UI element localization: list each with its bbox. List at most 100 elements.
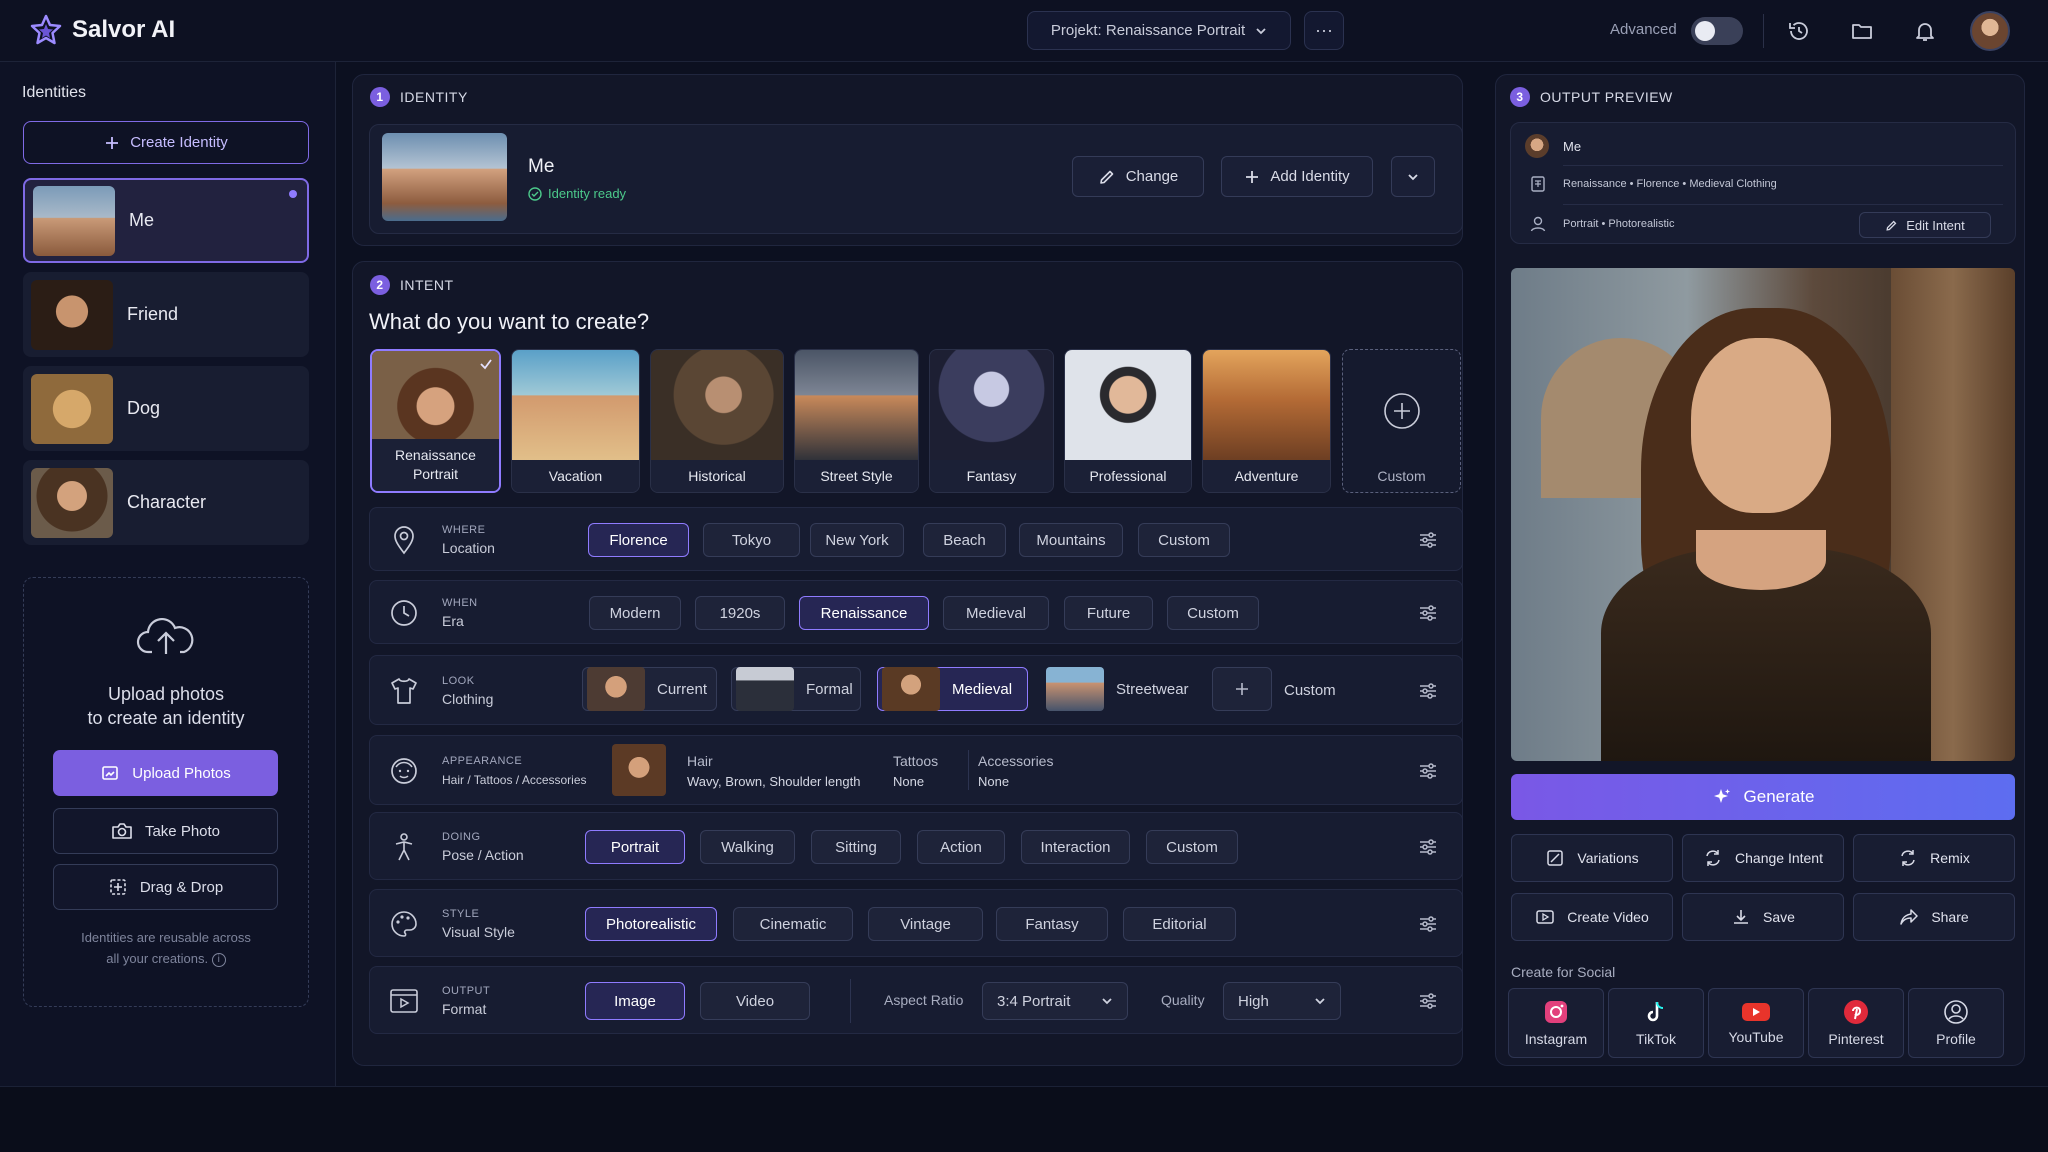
star-logo-icon (30, 14, 62, 45)
share-icon (1900, 909, 1919, 925)
sliders-icon[interactable] (1418, 837, 1438, 857)
edit-intent-button[interactable]: Edit Intent (1859, 212, 1991, 238)
create-video-button[interactable]: Create Video (1511, 893, 1673, 941)
share-button[interactable]: Share (1853, 893, 2015, 941)
intent-card-renaissance-portrait[interactable]: Renaissance Portrait (370, 349, 501, 493)
intent-card-vacation[interactable]: Vacation (511, 349, 640, 493)
more-options-button[interactable]: ··· (1304, 11, 1344, 50)
option-walking[interactable]: Walking (700, 830, 795, 864)
sidebar-item-me[interactable]: Me (23, 178, 309, 263)
option-mountains[interactable]: Mountains (1019, 523, 1123, 557)
notifications-button[interactable] (1910, 16, 1940, 46)
option-beach[interactable]: Beach (923, 523, 1006, 557)
option-future[interactable]: Future (1064, 596, 1153, 630)
upload-photos-button[interactable]: Upload Photos (53, 750, 278, 796)
social-profile-button[interactable]: Profile (1908, 988, 2004, 1058)
sliders-icon[interactable] (1418, 603, 1438, 623)
intent-card-street-style[interactable]: Street Style (794, 349, 919, 493)
take-photo-button[interactable]: Take Photo (53, 808, 278, 854)
sliders-icon[interactable] (1418, 761, 1438, 781)
drag-drop-button[interactable]: Drag & Drop (53, 864, 278, 910)
app-name: Salvor AI (72, 16, 176, 43)
sliders-icon[interactable] (1418, 530, 1438, 550)
add-look-button[interactable] (1212, 667, 1272, 711)
option-medieval[interactable]: Medieval (943, 596, 1049, 630)
remix-button[interactable]: Remix (1853, 834, 2015, 882)
intent-thumbnail (651, 350, 783, 462)
look-option-formal[interactable]: Formal (731, 667, 861, 711)
generate-label: Generate (1743, 787, 1815, 806)
generate-button[interactable]: Generate (1511, 774, 2015, 820)
option-renaissance[interactable]: Renaissance (799, 596, 929, 630)
option-photorealistic[interactable]: Photorealistic (585, 907, 717, 941)
identity-expand-button[interactable] (1391, 156, 1435, 197)
intent-card-professional[interactable]: Professional (1064, 349, 1192, 493)
social-youtube-button[interactable]: YouTube (1708, 988, 1804, 1058)
sidebar-item-character[interactable]: Character (23, 460, 309, 545)
look-option-medieval[interactable]: Medieval (877, 667, 1028, 711)
section-title: OUTPUT PREVIEW (1540, 89, 1673, 105)
option-sitting[interactable]: Sitting (811, 830, 901, 864)
option-new-york[interactable]: New York (810, 523, 904, 557)
intent-card-fantasy[interactable]: Fantasy (929, 349, 1054, 493)
intent-card-adventure[interactable]: Adventure (1202, 349, 1331, 493)
tattoos-value[interactable]: None (893, 774, 924, 789)
sidebar-item-friend[interactable]: Friend (23, 272, 309, 357)
person-icon (1530, 216, 1546, 232)
save-button[interactable]: Save (1682, 893, 1844, 941)
info-icon[interactable]: i (211, 952, 226, 967)
option-florence[interactable]: Florence (588, 523, 689, 557)
upload-photos-label: Upload Photos (132, 764, 231, 782)
project-selector[interactable]: Projekt: Renaissance Portrait (1027, 11, 1291, 50)
section-title: IDENTITY (400, 89, 468, 105)
option-tokyo[interactable]: Tokyo (703, 523, 800, 557)
app-logo[interactable]: Salvor AI (30, 14, 175, 46)
sidebar-title: Identities (22, 84, 87, 101)
intent-card-custom[interactable]: Custom (1342, 349, 1461, 493)
create-identity-button[interactable]: Create Identity (23, 121, 309, 164)
sliders-icon[interactable] (1418, 681, 1438, 701)
look-option-streetwear[interactable]: Streetwear (1042, 667, 1197, 711)
option-custom[interactable]: Custom (1167, 596, 1259, 630)
plus-icon (106, 136, 119, 149)
sidebar-item-dog[interactable]: Dog (23, 366, 309, 451)
variations-button[interactable]: Variations (1511, 834, 1673, 882)
option-fantasy[interactable]: Fantasy (996, 907, 1108, 941)
option-video[interactable]: Video (700, 982, 810, 1020)
option-custom[interactable]: Custom (1138, 523, 1230, 557)
social-pinterest-button[interactable]: Pinterest (1808, 988, 1904, 1058)
accessories-value[interactable]: None (978, 774, 1009, 789)
option-1920s[interactable]: 1920s (695, 596, 785, 630)
sliders-icon[interactable] (1418, 991, 1438, 1011)
option-custom[interactable]: Custom (1146, 830, 1238, 864)
upload-note-line-1: Identities are reusable across (81, 930, 251, 945)
aspect-ratio-select[interactable]: 3:4 Portrait (982, 982, 1128, 1020)
camera-icon (112, 823, 132, 839)
option-portrait[interactable]: Portrait (585, 830, 685, 864)
option-image[interactable]: Image (585, 982, 685, 1020)
option-cinematic[interactable]: Cinematic (733, 907, 853, 941)
advanced-toggle[interactable] (1691, 17, 1743, 45)
history-button[interactable] (1784, 16, 1814, 46)
generated-image-preview[interactable] (1511, 268, 2015, 761)
look-option-custom[interactable]: Custom (1284, 682, 1336, 699)
option-editorial[interactable]: Editorial (1123, 907, 1236, 941)
option-vintage[interactable]: Vintage (868, 907, 983, 941)
user-avatar[interactable] (1970, 11, 2010, 51)
change-identity-button[interactable]: Change (1072, 156, 1204, 197)
change-intent-button[interactable]: Change Intent (1682, 834, 1844, 882)
shirt-icon (391, 678, 417, 704)
sliders-icon[interactable] (1418, 914, 1438, 934)
folder-button[interactable] (1847, 16, 1877, 46)
hair-value[interactable]: Wavy, Brown, Shoulder length (687, 774, 860, 789)
social-instagram-button[interactable]: Instagram (1508, 988, 1604, 1058)
add-identity-button[interactable]: Add Identity (1221, 156, 1373, 197)
intent-card-historical[interactable]: Historical (650, 349, 784, 493)
quality-select[interactable]: High (1223, 982, 1341, 1020)
option-interaction[interactable]: Interaction (1021, 830, 1130, 864)
look-option-current[interactable]: Current (582, 667, 717, 711)
option-action[interactable]: Action (917, 830, 1005, 864)
social-tiktok-button[interactable]: TikTok (1608, 988, 1704, 1058)
option-modern[interactable]: Modern (589, 596, 681, 630)
palette-icon (391, 911, 417, 937)
